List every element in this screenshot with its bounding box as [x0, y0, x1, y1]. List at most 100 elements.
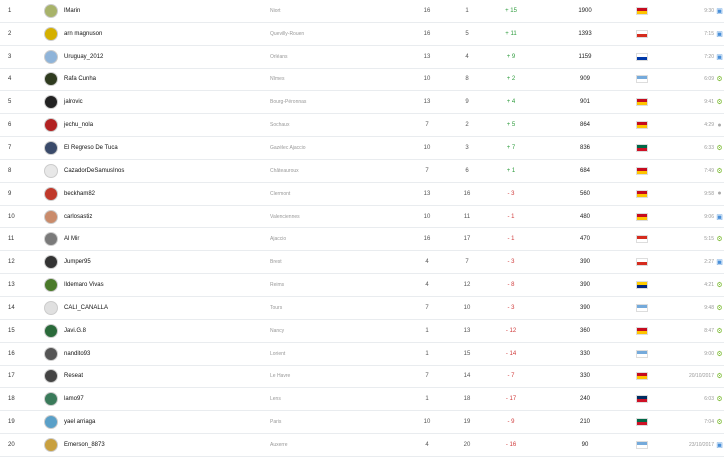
player-name[interactable]: beckham82: [64, 183, 264, 205]
table-row[interactable]: 11 Al Mir Ajaccio 16 17 - 1 470 5:15 ⚙: [0, 228, 724, 252]
club-name: Nîmes: [270, 76, 285, 83]
games-played: 7: [425, 167, 429, 174]
table-row[interactable]: 13 Ildemaro Vivas Reims 4 12 - 8 390 4:21 ⚙: [0, 274, 724, 297]
table-row[interactable]: 4 Rafa Cunha Nîmes 10 8 + 2 909 6:09 ⚙: [0, 69, 724, 92]
flag-icon: [636, 303, 648, 312]
avatar[interactable]: [44, 46, 60, 68]
avatar[interactable]: [44, 388, 60, 410]
avatar[interactable]: [44, 228, 60, 250]
table-row[interactable]: 10 carlosastiz Valenciennes 10 11 - 1 480 9:06 ▣: [0, 206, 724, 229]
player-name[interactable]: Javi.G.8: [64, 320, 264, 342]
table-row[interactable]: 9 beckham82 Clermont 13 16 - 3 560 9:58 ●: [0, 182, 724, 206]
table-row[interactable]: 17 Reseat Le Havre 7 14 - 7 330 20/10/2017 ⚙: [0, 365, 724, 389]
avatar[interactable]: [44, 251, 60, 273]
table-row[interactable]: 2 arn magnuson Quevilly-Rouen 16 5 + 11 1393 7:…: [0, 23, 724, 46]
country-flag-icon: [636, 206, 652, 228]
last-active-time: 7:49: [704, 167, 714, 174]
table-row[interactable]: 15 Javi.G.8 Nancy 1 13 - 12 360 8:47 ⚙: [0, 319, 724, 343]
table-row[interactable]: 16 nandito93 Lorient 1 15 - 14 330 9:00 ⚙: [0, 343, 724, 366]
avatar[interactable]: [44, 23, 60, 45]
avatar[interactable]: [44, 297, 60, 319]
player-name[interactable]: Emerson_8873: [64, 434, 264, 456]
country-flag-icon: [636, 183, 652, 205]
avatar-image: [44, 72, 58, 87]
position-change: - 3: [507, 259, 515, 266]
flag-icon: [636, 440, 648, 449]
table-row[interactable]: 3 Uruguay_2012 Orléans 13 4 + 9 1159 7:20 ▣: [0, 45, 724, 69]
table-row[interactable]: 12 Jumper95 Brest 4 7 - 3 390 2:27 ▣: [0, 251, 724, 275]
avatar[interactable]: [44, 274, 60, 296]
avatar[interactable]: [44, 69, 60, 91]
position-change: - 1: [507, 236, 515, 243]
table-row[interactable]: 18 lamo97 Lens 1 18 - 17 240 6:03 ⚙: [0, 388, 724, 412]
last-active-time: 8:47: [704, 327, 714, 334]
avatar[interactable]: [44, 160, 60, 182]
avatar-image: [44, 209, 58, 224]
avatar[interactable]: [44, 366, 60, 388]
player-name[interactable]: CALI_CANALLA: [64, 297, 264, 319]
avatar-image: [44, 278, 58, 293]
player-name[interactable]: Reseat: [64, 366, 264, 388]
avatar-image: [44, 49, 58, 64]
club-name: Paris: [270, 419, 282, 426]
table-row[interactable]: 19 yael arriaga Paris 10 19 - 9 210 7:04 ⚙: [0, 411, 724, 435]
avatar[interactable]: [44, 114, 60, 136]
flag-icon: [636, 395, 648, 404]
player-name[interactable]: jechu_nola: [64, 114, 264, 136]
country-flag-icon: [636, 388, 652, 410]
position-change: + 5: [506, 122, 516, 129]
club-name: Lorient: [270, 350, 286, 357]
avatar[interactable]: [44, 320, 60, 342]
player-name[interactable]: lamo97: [64, 388, 264, 410]
player-name[interactable]: Jumper95: [64, 251, 264, 273]
country-flag-icon: [636, 160, 652, 182]
player-name[interactable]: lMarin: [64, 0, 264, 22]
avatar[interactable]: [44, 206, 60, 228]
table-row[interactable]: 8 CazadorDeSamusInos Châteauroux 7 6 + 1 684 7:…: [0, 160, 724, 183]
avatar-image: [44, 392, 58, 407]
table-row[interactable]: 20 Emerson_8873 Auxerre 4 20 - 16 90 23/10/2017…: [0, 434, 724, 457]
flag-icon: [636, 349, 648, 358]
flag-icon: [636, 372, 648, 381]
last-active-time: 4:21: [704, 282, 714, 289]
player-name[interactable]: yael arriaga: [64, 411, 264, 433]
club-name: Tours: [270, 304, 283, 311]
avatar[interactable]: [44, 434, 60, 456]
player-name[interactable]: arn magnuson: [64, 23, 264, 45]
ranking-table: 1 lMarin Niort 16 1 + 15 1900 9:30 ▣ 2 arn magnuso…: [0, 0, 724, 457]
avatar-image: [44, 95, 58, 110]
points-value: 390: [579, 282, 590, 289]
table-row[interactable]: 7 El Regreso De Tuca Gazélec Ajaccio 10 3 + 7…: [0, 137, 724, 160]
rank-number: 13: [8, 282, 15, 289]
avatar[interactable]: [44, 411, 60, 433]
flag-icon: [636, 258, 648, 267]
player-name[interactable]: Ildemaro Vivas: [64, 274, 264, 296]
previous-position: 3: [465, 144, 469, 151]
player-name[interactable]: nandito93: [64, 343, 264, 365]
player-name[interactable]: carlosastiz: [64, 206, 264, 228]
points-value: 864: [579, 122, 590, 129]
games-played: 10: [423, 213, 431, 220]
player-name[interactable]: El Regreso De Tuca: [64, 137, 264, 159]
avatar[interactable]: [44, 137, 60, 159]
table-row[interactable]: 1 lMarin Niort 16 1 + 15 1900 9:30 ▣: [0, 0, 724, 23]
player-name[interactable]: jalrovic: [64, 91, 264, 113]
table-row[interactable]: 5 jalrovic Bourg-Péronnas 13 9 + 4 901 9:41 ⚙: [0, 91, 724, 115]
last-active-time: 6:09: [704, 76, 714, 83]
position-change: + 1: [506, 167, 516, 174]
avatar[interactable]: [44, 183, 60, 205]
points-value: 390: [579, 259, 590, 266]
avatar[interactable]: [44, 0, 60, 22]
table-row[interactable]: 14 CALI_CANALLA Tours 7 10 - 3 390 9:48 ⚙: [0, 297, 724, 320]
player-name[interactable]: Al Mir: [64, 228, 264, 250]
table-row[interactable]: 6 jechu_nola Sochaux 7 2 + 5 864 4:29 ●: [0, 114, 724, 138]
avatar[interactable]: [44, 91, 60, 113]
previous-position: 18: [463, 396, 471, 403]
flag-icon: [636, 52, 648, 61]
player-name[interactable]: CazadorDeSamusInos: [64, 160, 264, 182]
player-name[interactable]: Uruguay_2012: [64, 46, 264, 68]
player-name[interactable]: Rafa Cunha: [64, 69, 264, 91]
rank-number: 4: [8, 76, 12, 83]
flag-icon: [636, 281, 648, 290]
avatar[interactable]: [44, 343, 60, 365]
